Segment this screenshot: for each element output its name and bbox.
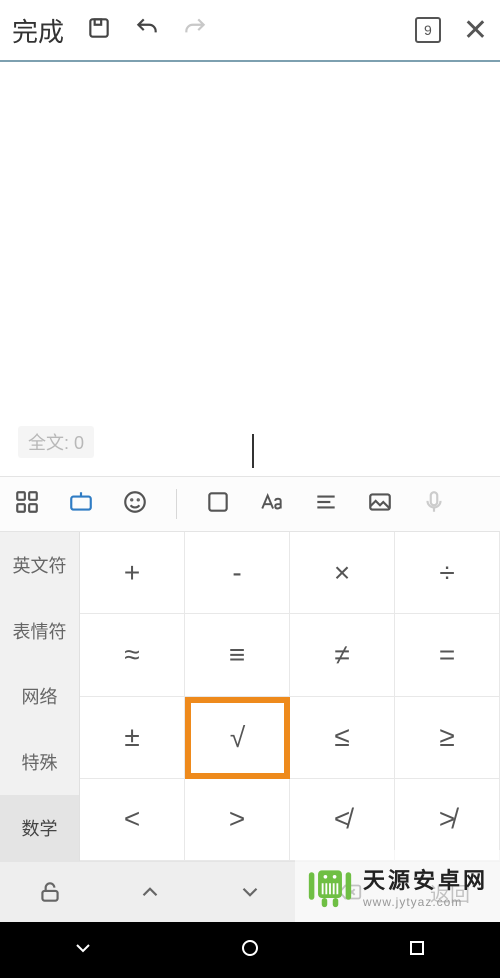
nav-recent-icon[interactable]	[405, 936, 429, 965]
symbol-key[interactable]: ≤	[290, 697, 395, 779]
chevron-down-icon[interactable]	[200, 879, 300, 905]
category-item[interactable]: 网络	[0, 664, 80, 730]
text-caret	[252, 434, 254, 468]
watermark-title: 天源安卓网	[363, 863, 488, 895]
watermark: 天源安卓网 www.jytyaz.com	[295, 850, 500, 922]
symbol-key[interactable]: -	[185, 532, 290, 614]
category-item[interactable]: 表情符	[0, 598, 80, 664]
close-icon[interactable]: ✕	[463, 13, 488, 48]
symbol-key[interactable]: ≠	[290, 614, 395, 696]
category-item[interactable]: 英文符	[0, 532, 80, 598]
done-button[interactable]: 完成	[12, 12, 64, 49]
separator	[176, 489, 177, 519]
symbol-key[interactable]: ≡	[185, 614, 290, 696]
symbol-key[interactable]: ≮	[290, 779, 395, 861]
emoji-icon[interactable]	[122, 489, 148, 520]
symbol-panel: 英文符表情符网络特殊数学 +-×÷ ≈≡≠= ±√≤≥ <>≮≯	[0, 532, 500, 862]
align-icon[interactable]	[313, 489, 339, 520]
font-icon[interactable]	[259, 489, 285, 520]
symbol-key[interactable]: ≥	[395, 697, 500, 779]
watermark-logo	[307, 863, 353, 909]
symbol-key[interactable]: >	[185, 779, 290, 861]
symbol-grid: +-×÷ ≈≡≠= ±√≤≥ <>≮≯	[80, 532, 500, 861]
fullscreen-icon[interactable]	[205, 489, 231, 520]
symbol-key[interactable]: √	[185, 697, 290, 779]
editor-area[interactable]: 全文: 0	[0, 62, 500, 476]
watermark-url: www.jytyaz.com	[363, 895, 488, 909]
nav-home-icon[interactable]	[238, 936, 262, 965]
save-icon[interactable]	[86, 15, 112, 46]
undo-icon[interactable]	[134, 15, 160, 46]
lock-icon[interactable]	[0, 879, 100, 905]
symbol-key[interactable]: ÷	[395, 532, 500, 614]
android-nav	[0, 922, 500, 978]
page-badge[interactable]: 9	[415, 17, 441, 43]
symbol-key[interactable]: ≈	[80, 614, 185, 696]
category-item[interactable]: 数学	[0, 795, 80, 861]
symbol-key[interactable]: ≯	[395, 779, 500, 861]
app-toolbar: 完成 9 ✕	[0, 0, 500, 60]
redo-icon	[182, 15, 208, 46]
symbol-key[interactable]: ±	[80, 697, 185, 779]
category-item[interactable]: 特殊	[0, 729, 80, 795]
image-icon[interactable]	[367, 489, 393, 520]
symbol-key[interactable]: +	[80, 532, 185, 614]
word-counter: 全文: 0	[18, 426, 94, 458]
keyboard-icon[interactable]	[68, 489, 94, 520]
apps-icon[interactable]	[14, 489, 40, 520]
nav-back-icon[interactable]	[71, 936, 95, 965]
symbol-key[interactable]: =	[395, 614, 500, 696]
mic-icon[interactable]	[421, 489, 447, 520]
symbol-key[interactable]: ×	[290, 532, 395, 614]
category-column: 英文符表情符网络特殊数学	[0, 532, 80, 861]
symbol-key[interactable]: <	[80, 779, 185, 861]
chevron-up-icon[interactable]	[100, 879, 200, 905]
ime-toolbar	[0, 476, 500, 532]
